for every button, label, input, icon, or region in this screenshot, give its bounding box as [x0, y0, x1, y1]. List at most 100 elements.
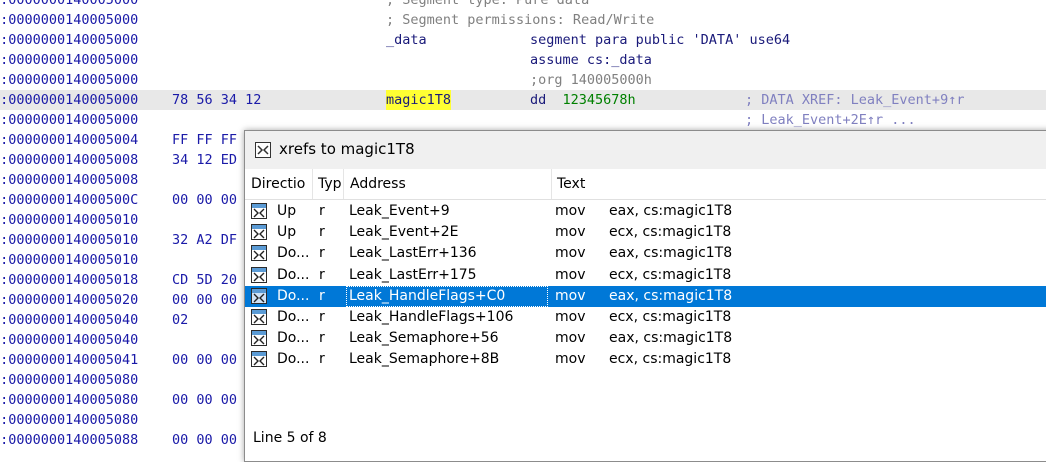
- xref-type: r: [319, 287, 325, 304]
- xref-direction: Do...: [277, 245, 310, 262]
- xref-direction: Do...: [277, 330, 310, 347]
- instruction-mnemonic: dd: [530, 92, 547, 108]
- xref-address: Leak_LastErr+175: [349, 266, 477, 283]
- line-address: a:0000000140005008: [0, 172, 139, 188]
- xref-operands: eax, cs:magic1T8: [609, 330, 733, 347]
- xref-icon: [251, 309, 267, 325]
- line-address: a:0000000140005004: [0, 132, 139, 148]
- xref-row[interactable]: Up r Leak_Event+2E mov ecx, cs:magic1T8: [245, 222, 1046, 243]
- line-address: a:0000000140005080: [0, 392, 139, 408]
- xref-address: Leak_Event+9: [349, 203, 450, 219]
- line-address: a:000000014000500C: [0, 192, 139, 208]
- line-bytes: 34 12 ED: [172, 152, 238, 168]
- line-address: a:0000000140005010: [0, 232, 139, 248]
- listing-line[interactable]: a:0000000140005000 _data segment para publ…: [0, 30, 1046, 50]
- line-address: a:0000000140005041: [0, 352, 139, 368]
- line-address: a:0000000140005018: [0, 272, 139, 288]
- xref-row[interactable]: Do... r Leak_Semaphore+8B mov ecx, cs:ma…: [245, 349, 1046, 370]
- line-comment: ; Leak_Event+2E↑r ...: [745, 112, 916, 128]
- xref-address: Leak_LastErr+136: [349, 245, 477, 262]
- listing-line[interactable]: a:0000000140005000 78 56 34 12 magic1T8 dd …: [0, 90, 1046, 110]
- xref-mnemonic: mov: [555, 224, 586, 241]
- line-address: a:0000000140005080: [0, 412, 139, 428]
- xref-row[interactable]: Do... r Leak_LastErr+136 mov eax, cs:mag…: [245, 243, 1046, 264]
- xref-row[interactable]: Do... r Leak_HandleFlags+106 mov ecx, cs…: [245, 307, 1046, 328]
- listing-line[interactable]: a:0000000140005000 ; Leak_Event+2E↑r ...: [0, 110, 1046, 130]
- xref-address: Leak_HandleFlags+C0: [346, 285, 548, 307]
- listing-line[interactable]: a:0000000140005000 ;org 140005000h: [0, 70, 1046, 90]
- xref-operands: ecx, cs:magic1T8: [609, 224, 732, 241]
- line-label[interactable]: magic1T8: [386, 90, 452, 110]
- xref-type: r: [319, 351, 325, 368]
- line-bytes: FF FF FF: [172, 132, 238, 148]
- xref-type: r: [319, 245, 325, 262]
- table-header: Directio Typ Address Text: [245, 169, 1046, 200]
- xref-type: r: [319, 330, 325, 347]
- xref-row[interactable]: Do... r Leak_Semaphore+56 mov eax, cs:ma…: [245, 328, 1046, 349]
- xref-icon: [251, 266, 267, 283]
- listing-line[interactable]: a:0000000140005000 ; Segment permissions:…: [0, 10, 1046, 30]
- line-address: a:0000000140005010: [0, 212, 139, 228]
- xref-row[interactable]: Do... r Leak_LastErr+175 mov ecx, cs:mag…: [245, 265, 1046, 286]
- line-address: a:0000000140005040: [0, 332, 139, 348]
- xref-operands: ecx, cs:magic1T8: [609, 309, 732, 325]
- listing-line[interactable]: a:0000000140005000 assume cs:_data: [0, 50, 1046, 70]
- line-instruction: assume cs:_data: [530, 52, 652, 68]
- instruction-operand: 12345678h: [562, 92, 636, 108]
- xref-direction: Up: [277, 224, 297, 241]
- xref-icon: [251, 351, 267, 368]
- xref-address: Leak_HandleFlags+106: [349, 309, 514, 325]
- line-address: a:0000000140005020: [0, 292, 139, 308]
- xref-icon: [251, 224, 267, 241]
- line-bytes: CD 5D 20: [172, 272, 238, 288]
- dialog-titlebar[interactable]: xrefs to magic1T8: [245, 131, 1046, 169]
- line-bytes: 78 56 34 12: [172, 92, 262, 108]
- xref-row[interactable]: Do... r Leak_HandleFlags+C0 mov eax, cs:…: [245, 285, 1046, 307]
- line-address: a:0000000140005000: [0, 32, 139, 48]
- line-comment: ; Segment type: Pure data: [386, 0, 590, 8]
- line-address: a:0000000140005000: [0, 0, 139, 8]
- xref-operands: ecx, cs:magic1T8: [609, 266, 732, 283]
- listing-line[interactable]: a:0000000140005000 ; Segment type: Pure d…: [0, 0, 1046, 10]
- xref-icon: [251, 203, 267, 219]
- line-address: a:0000000140005000: [0, 12, 139, 28]
- xref-direction: Do...: [277, 351, 310, 368]
- line-bytes: 00 00 00: [172, 192, 238, 208]
- column-header-address[interactable]: Address: [350, 169, 406, 199]
- xref-operands: ecx, cs:magic1T8: [609, 351, 732, 368]
- xrefs-window-icon: [255, 142, 271, 158]
- line-bytes: 00 00 00: [172, 292, 238, 308]
- xrefs-table[interactable]: Directio Typ Address Text Up r Leak_Even…: [245, 169, 1046, 424]
- xref-direction: Do...: [277, 287, 310, 304]
- xref-row[interactable]: Up r Leak_Event+9 mov eax, cs:magic1T8: [245, 201, 1046, 222]
- xref-direction: Up: [277, 203, 297, 219]
- xref-mnemonic: mov: [555, 330, 586, 347]
- line-address: a:0000000140005008: [0, 152, 139, 168]
- line-bytes: 00 00 00: [172, 392, 238, 408]
- line-address: a:0000000140005000: [0, 112, 139, 128]
- line-address: a:0000000140005000: [0, 92, 139, 108]
- xref-address: Leak_Semaphore+8B: [349, 351, 500, 368]
- column-header-direction[interactable]: Directio: [251, 169, 305, 199]
- xref-operands: eax, cs:magic1T8: [609, 287, 733, 304]
- line-address: a:0000000140005000: [0, 72, 139, 88]
- line-instruction: dd 12345678h: [530, 90, 636, 110]
- dialog-title: xrefs to magic1T8: [279, 140, 415, 158]
- xref-operands: eax, cs:magic1T8: [609, 203, 733, 219]
- line-label[interactable]: _data: [386, 30, 427, 50]
- column-header-type[interactable]: Typ: [318, 169, 342, 199]
- line-comment: ; DATA XREF: Leak_Event+9↑r: [745, 92, 965, 108]
- line-comment: ; Segment permissions: Read/Write: [386, 12, 655, 28]
- line-bytes: 02: [172, 312, 189, 328]
- line-address: a:0000000140005010: [0, 252, 139, 268]
- xref-type: r: [319, 309, 325, 325]
- xref-address: Leak_Semaphore+56: [349, 330, 499, 347]
- line-bytes: 00 00 00: [172, 352, 238, 368]
- line-bytes: 00 00 00: [172, 432, 238, 448]
- xref-mnemonic: mov: [555, 266, 586, 283]
- line-address: a:0000000140005080: [0, 372, 139, 388]
- xref-type: r: [319, 203, 325, 219]
- xref-address: Leak_Event+2E: [349, 224, 459, 241]
- xrefs-dialog: xrefs to magic1T8 Directio Typ Address T…: [244, 130, 1046, 462]
- column-header-text[interactable]: Text: [557, 169, 585, 199]
